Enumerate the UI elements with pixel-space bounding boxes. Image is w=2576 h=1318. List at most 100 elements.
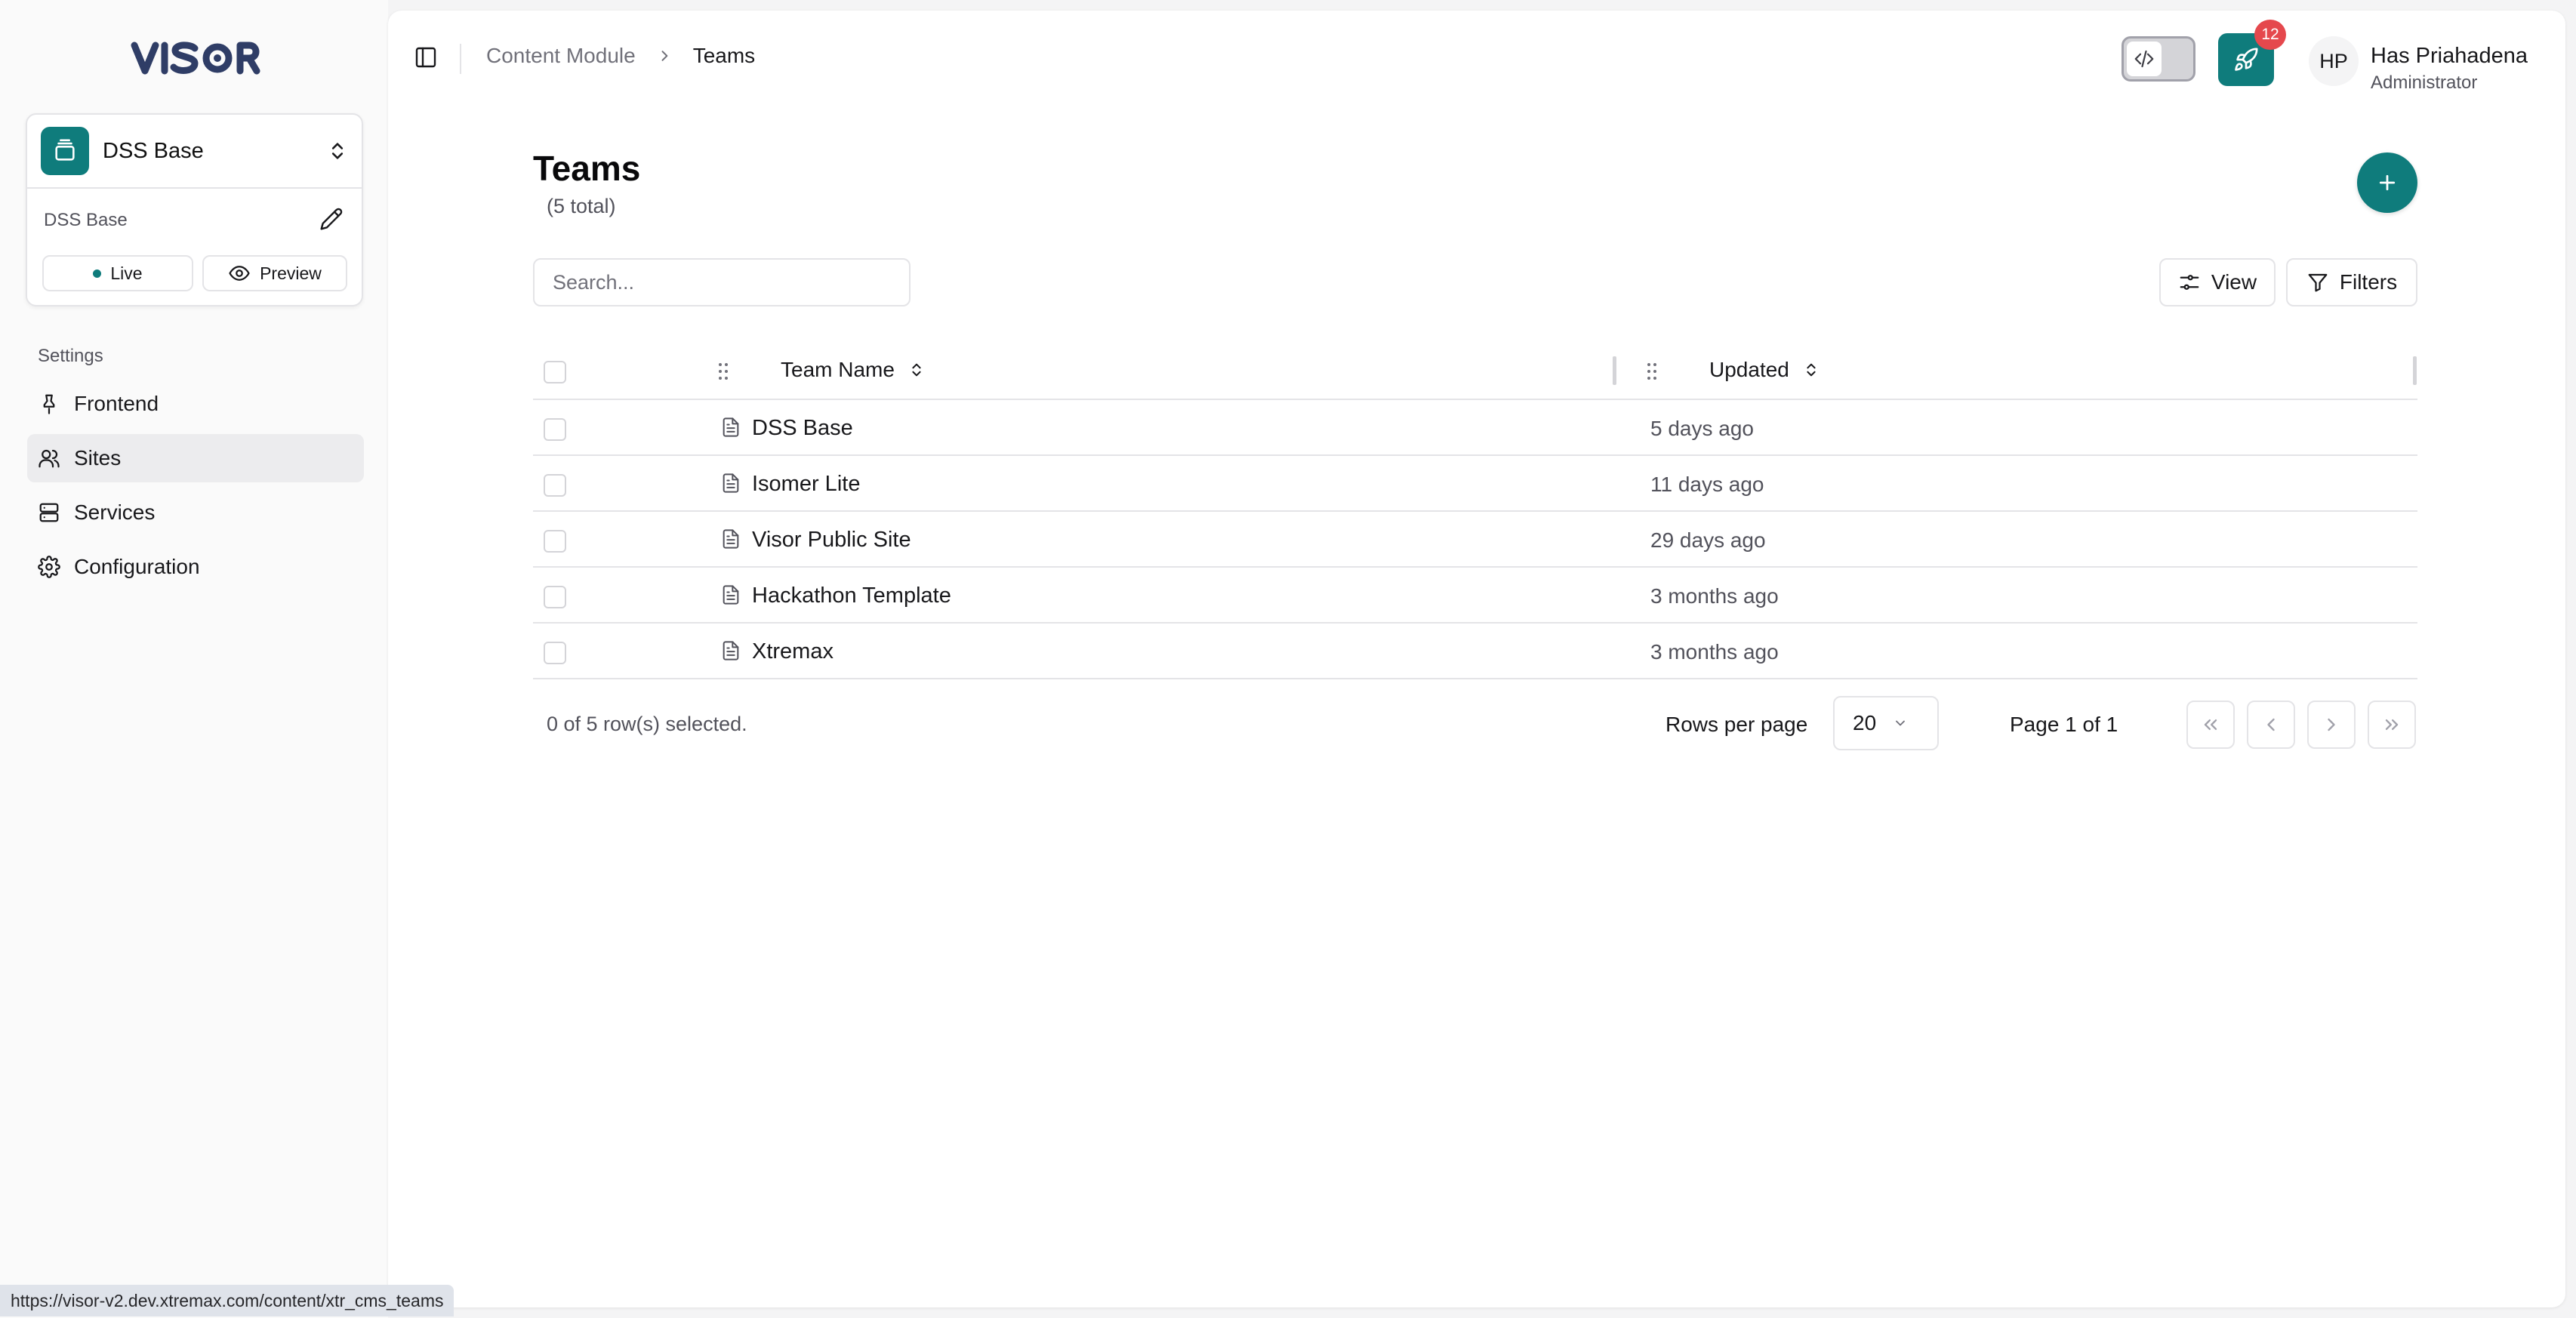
sidebar-item-label: Frontend	[74, 392, 159, 415]
view-label: View	[2211, 270, 2257, 294]
updated-cell: 29 days ago	[1650, 528, 1766, 552]
row-checkbox[interactable]	[544, 474, 566, 497]
users-icon	[38, 447, 60, 470]
last-page-button[interactable]	[2368, 701, 2416, 749]
breadcrumb: Content Module Teams	[486, 44, 755, 68]
updated-cell: 3 months ago	[1650, 640, 1779, 664]
select-all-checkbox[interactable]	[544, 361, 566, 383]
document-icon	[720, 639, 741, 663]
sidebar-item-label: Sites	[74, 446, 122, 470]
server-icon	[38, 501, 60, 524]
sidebar-item-label: Services	[74, 500, 156, 524]
pin-icon	[38, 393, 60, 415]
chevron-left-icon	[2260, 714, 2282, 735]
teams-table: Team Name Updated DSS Base 5 days ago Is…	[533, 343, 2417, 679]
breadcrumb-content-module[interactable]: Content Module	[486, 44, 636, 68]
sidebar-item-label: Configuration	[74, 555, 200, 578]
rows-per-page-select[interactable]: 20	[1833, 696, 1939, 750]
notification-badge: 12	[2254, 20, 2286, 50]
table-footer: 0 of 5 row(s) selected. Rows per page 20…	[533, 693, 2417, 753]
plus-icon	[2376, 171, 2399, 194]
sidebar-item-sites[interactable]: Sites	[27, 434, 364, 482]
row-checkbox[interactable]	[544, 530, 566, 553]
first-page-button[interactable]	[2186, 701, 2235, 749]
next-page-button[interactable]	[2307, 701, 2356, 749]
gear-icon	[38, 556, 60, 578]
user-name[interactable]: Has Priahadena	[2371, 44, 2528, 69]
previous-page-button[interactable]	[2247, 701, 2295, 749]
avatar[interactable]: HP	[2309, 36, 2359, 86]
view-button[interactable]: View	[2159, 258, 2276, 306]
chevrons-left-icon	[2200, 714, 2221, 735]
filters-button[interactable]: Filters	[2286, 258, 2417, 306]
add-team-button[interactable]	[2357, 152, 2417, 213]
preview-button[interactable]: Preview	[202, 255, 347, 291]
table-row[interactable]: Visor Public Site 29 days ago	[533, 512, 2417, 568]
document-icon	[720, 415, 741, 439]
drag-handle-icon[interactable]	[1646, 361, 1658, 382]
rows-per-page-label: Rows per page	[1665, 713, 1808, 736]
edit-site-button[interactable]	[316, 204, 347, 234]
column-resize-handle[interactable]	[1613, 356, 1616, 385]
sort-icon	[1803, 360, 1820, 380]
live-button[interactable]: Live	[42, 255, 193, 291]
table-row[interactable]: Isomer Lite 11 days ago	[533, 456, 2417, 512]
team-name-cell[interactable]: Isomer Lite	[752, 472, 860, 497]
drag-handle-icon[interactable]	[717, 361, 729, 382]
sidebar-item-configuration[interactable]: Configuration	[27, 543, 364, 591]
search-input[interactable]	[533, 258, 911, 306]
rocket-icon	[2233, 47, 2259, 72]
selected-rows-text: 0 of 5 row(s) selected.	[547, 713, 747, 735]
visor-logo[interactable]	[130, 41, 261, 75]
column-resize-handle[interactable]	[2413, 356, 2417, 385]
chevrons-right-icon	[2381, 714, 2402, 735]
column-header-label: Team Name	[781, 358, 895, 381]
site-switcher[interactable]: DSS Base	[27, 115, 362, 189]
code-mode-toggle[interactable]	[2122, 36, 2195, 82]
table-header-row: Team Name Updated	[533, 343, 2417, 400]
sidebar-toggle-button[interactable]	[414, 45, 441, 72]
row-checkbox[interactable]	[544, 418, 566, 441]
chevron-right-icon	[2321, 714, 2342, 735]
sort-icon	[908, 360, 925, 380]
document-icon	[720, 471, 741, 495]
main-panel: Content Module Teams 12 HP Has Priahaden…	[388, 11, 2565, 1307]
user-role: Administrator	[2371, 72, 2478, 93]
row-checkbox[interactable]	[544, 642, 566, 664]
team-name-cell[interactable]: DSS Base	[752, 416, 853, 441]
table-row[interactable]: Hackathon Template 3 months ago	[533, 568, 2417, 624]
chevron-down-icon	[1893, 716, 1908, 731]
document-icon	[720, 583, 741, 607]
sidebar-item-frontend[interactable]: Frontend	[27, 380, 364, 428]
eye-icon	[228, 262, 251, 285]
chevrons-up-down-icon	[327, 138, 348, 164]
pencil-icon	[319, 207, 344, 231]
panel-left-icon	[414, 45, 441, 69]
updated-cell: 3 months ago	[1650, 584, 1779, 608]
table-row[interactable]: DSS Base 5 days ago	[533, 400, 2417, 456]
sliders-icon	[2178, 271, 2201, 294]
updated-cell: 11 days ago	[1650, 473, 1764, 496]
live-status-dot	[93, 269, 102, 278]
settings-section-label: Settings	[38, 346, 103, 366]
sidebar: DSS Base DSS Base Live Preview Settings …	[0, 0, 388, 1318]
chevron-right-icon	[657, 48, 672, 63]
team-name-cell[interactable]: Xtremax	[752, 639, 834, 664]
table-row[interactable]: Xtremax 3 months ago	[533, 624, 2417, 679]
sidebar-item-services[interactable]: Services	[27, 488, 364, 537]
page-title: Teams	[533, 149, 641, 188]
row-checkbox[interactable]	[544, 586, 566, 608]
team-name-cell[interactable]: Hackathon Template	[752, 584, 951, 608]
status-bar-url: https://visor-v2.dev.xtremax.com/content…	[0, 1285, 454, 1316]
updated-cell: 5 days ago	[1650, 417, 1754, 440]
breadcrumb-current: Teams	[692, 44, 756, 67]
total-count: (5 total)	[547, 195, 616, 217]
column-header-team-name[interactable]: Team Name	[781, 358, 925, 382]
column-header-updated[interactable]: Updated	[1709, 358, 1820, 382]
filters-label: Filters	[2339, 270, 2398, 294]
preview-label: Preview	[260, 263, 322, 283]
site-subtitle: DSS Base	[44, 210, 128, 230]
team-name-cell[interactable]: Visor Public Site	[752, 528, 911, 553]
page-indicator: Page 1 of 1	[2010, 713, 2118, 736]
document-icon	[720, 527, 741, 551]
